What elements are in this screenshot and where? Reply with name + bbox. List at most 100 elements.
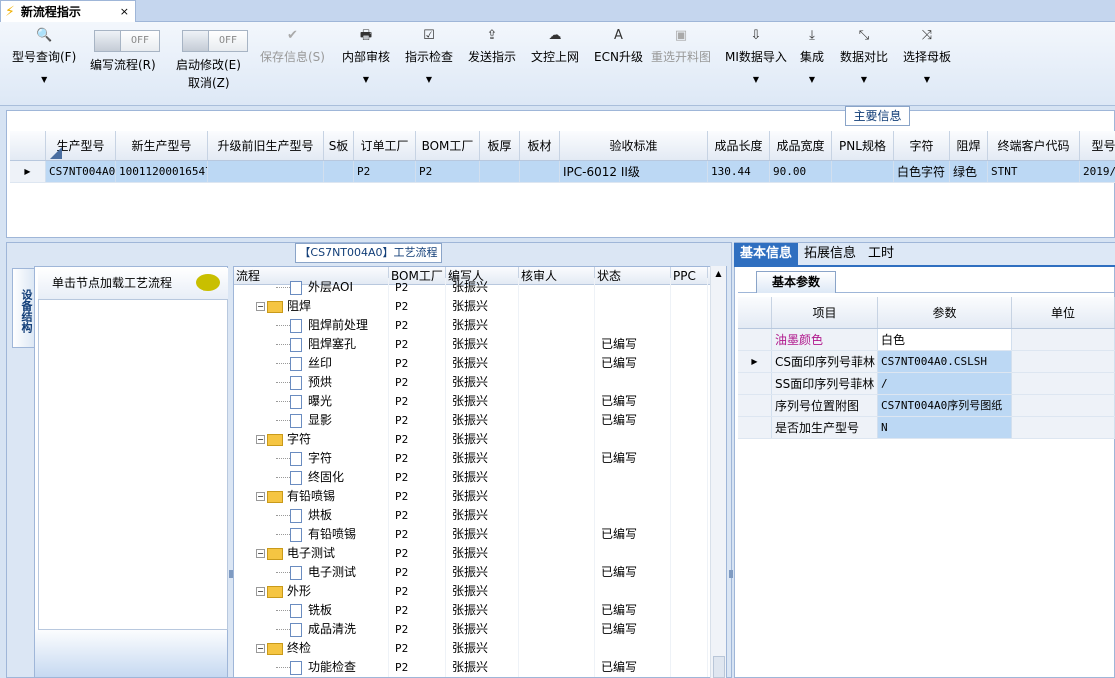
column-header[interactable]: PNL规格 xyxy=(832,131,894,160)
tree-row[interactable]: − 终检 P2 张振兴 xyxy=(234,639,726,658)
model-query-button[interactable]: 🔍 型号查询(F) ▼ xyxy=(12,22,76,106)
chevron-down-icon[interactable]: ▼ xyxy=(426,75,432,84)
tree-row[interactable]: 阻焊塞孔 P2 张振兴 已编写 xyxy=(234,335,726,354)
tree-row[interactable]: − 电子测试 P2 张振兴 xyxy=(234,544,726,563)
chevron-down-icon[interactable]: ▼ xyxy=(363,75,369,84)
param-value[interactable]: CS7NT004A0序列号图纸 xyxy=(878,395,1012,416)
params-column-header[interactable]: 项目 xyxy=(772,297,878,328)
tab-work-hours[interactable]: 工时 xyxy=(862,243,900,265)
column-header[interactable]: 阻焊 xyxy=(950,131,988,160)
tree-node[interactable]: 功能检查 xyxy=(234,658,389,677)
tab-extended-info[interactable]: 拓展信息 xyxy=(798,243,862,265)
tree-node[interactable]: 铣板 xyxy=(234,601,389,620)
scroll-thumb[interactable] xyxy=(713,656,725,678)
tree-row[interactable]: − 字符 P2 张振兴 xyxy=(234,430,726,449)
reselect-drawing-button[interactable]: ▣ 重选开料图 xyxy=(651,22,711,106)
tree-row[interactable]: 功能检查 P2 张振兴 已编写 xyxy=(234,658,726,677)
tab-basic-info[interactable]: 基本信息 xyxy=(734,243,799,265)
tree-node[interactable]: − 字符 xyxy=(234,430,389,449)
tree-node[interactable]: 预烘 xyxy=(234,373,389,392)
params-row[interactable]: 油墨颜色 白色 xyxy=(738,329,1115,351)
param-value[interactable]: N xyxy=(878,417,1012,438)
chevron-down-icon[interactable]: ▼ xyxy=(753,75,759,84)
data-compare-button[interactable]: ⤡ 数据对比 ▼ xyxy=(840,22,888,106)
save-button[interactable]: ✔ 保存信息(S) xyxy=(260,22,325,106)
tree-node[interactable]: 显影 xyxy=(234,411,389,430)
tree-row[interactable]: − 有铅喷锡 P2 张振兴 xyxy=(234,487,726,506)
collapse-icon[interactable]: − xyxy=(256,549,265,558)
select-master-button[interactable]: ⤨ 选择母板 ▼ xyxy=(903,22,951,106)
collapse-icon[interactable]: − xyxy=(256,587,265,596)
tree-row[interactable]: 显影 P2 张振兴 已编写 xyxy=(234,411,726,430)
tree-node[interactable]: 曝光 xyxy=(234,392,389,411)
tree-row[interactable]: − 外形 P2 张振兴 xyxy=(234,582,726,601)
tree-row[interactable]: 阻焊前处理 P2 张振兴 xyxy=(234,316,726,335)
tree-row[interactable]: 成品清洗 P2 张振兴 已编写 xyxy=(234,620,726,639)
tree-row[interactable]: 字符 P2 张振兴 已编写 xyxy=(234,449,726,468)
splitter-handle[interactable] xyxy=(729,570,733,578)
mi-import-button[interactable]: ⇩ MI数据导入 ▼ xyxy=(725,22,787,106)
tree-row[interactable]: − 阻焊 P2 张振兴 xyxy=(234,297,726,316)
chevron-down-icon[interactable]: ▼ xyxy=(924,75,930,84)
close-tab-icon[interactable]: × xyxy=(120,5,129,18)
tree-row[interactable]: 烘板 P2 张振兴 xyxy=(234,506,726,525)
column-header[interactable]: 型号创 xyxy=(1080,131,1115,160)
node-tree-area[interactable] xyxy=(38,300,228,630)
tree-row[interactable]: 外层AOI P2 张振兴 xyxy=(234,278,726,297)
send-instruction-button[interactable]: ⇪ 发送指示 xyxy=(468,22,516,106)
params-row[interactable]: 是否加生产型号 N xyxy=(738,417,1115,439)
tree-node[interactable]: 丝印 xyxy=(234,354,389,373)
params-row[interactable]: ▶ CS面印序列号菲林 CS7NT004A0.CSLSH xyxy=(738,351,1115,373)
column-header[interactable]: S板 xyxy=(324,131,354,160)
param-value[interactable]: 白色 xyxy=(878,329,1012,350)
tree-row[interactable]: 曝光 P2 张振兴 已编写 xyxy=(234,392,726,411)
edit-flow-toggle[interactable]: OFF xyxy=(94,30,160,52)
params-column-header[interactable]: 单位 xyxy=(1012,297,1115,328)
column-header[interactable]: 验收标准 xyxy=(560,131,708,160)
instruction-check-button[interactable]: ☑ 指示检查 ▼ xyxy=(405,22,453,106)
tree-node[interactable]: 成品清洗 xyxy=(234,620,389,639)
tree-node[interactable]: 终固化 xyxy=(234,468,389,487)
tab-basic-params[interactable]: 基本参数 xyxy=(756,271,836,293)
param-value[interactable]: CS7NT004A0.CSLSH xyxy=(878,351,1012,372)
start-modify-toggle[interactable]: OFF xyxy=(182,30,248,52)
process-tree-scrollbar[interactable]: ▲ xyxy=(710,266,726,678)
column-header[interactable]: 成品长度 xyxy=(708,131,770,160)
column-header[interactable]: 板厚 xyxy=(480,131,520,160)
tree-node[interactable]: 阻焊前处理 xyxy=(234,316,389,335)
tree-node[interactable]: 外层AOI xyxy=(234,278,389,297)
tree-node[interactable]: − 终检 xyxy=(234,639,389,658)
column-header[interactable]: 字符 xyxy=(894,131,950,160)
doc-upload-button[interactable]: ☁ 文控上网 xyxy=(531,22,579,106)
tree-row[interactable]: 有铅喷锡 P2 张振兴 已编写 xyxy=(234,525,726,544)
tree-node[interactable]: 阻焊塞孔 xyxy=(234,335,389,354)
tree-node[interactable]: − 外形 xyxy=(234,582,389,601)
collapse-icon[interactable]: − xyxy=(256,492,265,501)
tree-node[interactable]: 电子测试 xyxy=(234,563,389,582)
tree-row[interactable]: 预烘 P2 张振兴 xyxy=(234,373,726,392)
collapse-icon[interactable]: − xyxy=(256,435,265,444)
column-header[interactable]: 订单工厂 xyxy=(354,131,416,160)
tree-node[interactable]: 有铅喷锡 xyxy=(234,525,389,544)
document-tab[interactable]: ⚡ 新流程指示 × xyxy=(0,0,136,22)
tree-node[interactable]: − 有铅喷锡 xyxy=(234,487,389,506)
tree-node[interactable]: 烘板 xyxy=(234,506,389,525)
params-row[interactable]: SS面印序列号菲林 / xyxy=(738,373,1115,395)
column-header[interactable]: 新生产型号 xyxy=(116,131,208,160)
scroll-up-icon[interactable]: ▲ xyxy=(711,266,726,282)
integrate-button[interactable]: ⤓ 集成 ▼ xyxy=(800,22,824,106)
column-header[interactable]: 升级前旧生产型号 xyxy=(208,131,324,160)
column-header[interactable]: 板材 xyxy=(520,131,560,160)
column-header[interactable]: 成品宽度 xyxy=(770,131,832,160)
chevron-down-icon[interactable]: ▼ xyxy=(861,75,867,84)
params-column-header[interactable]: 参数 xyxy=(878,297,1012,328)
collapse-icon[interactable]: − xyxy=(256,302,265,311)
tree-node[interactable]: − 电子测试 xyxy=(234,544,389,563)
params-row[interactable]: 序列号位置附图 CS7NT004A0序列号图纸 xyxy=(738,395,1115,417)
device-structure-tab[interactable]: 设备结构 xyxy=(12,268,34,348)
param-value[interactable]: / xyxy=(878,373,1012,394)
internal-review-button[interactable]: 🖶 内部审核 ▼ xyxy=(342,22,390,106)
column-header[interactable]: BOM工厂 xyxy=(416,131,480,160)
column-header[interactable]: 终端客户代码 xyxy=(988,131,1080,160)
tree-node[interactable]: − 阻焊 xyxy=(234,297,389,316)
